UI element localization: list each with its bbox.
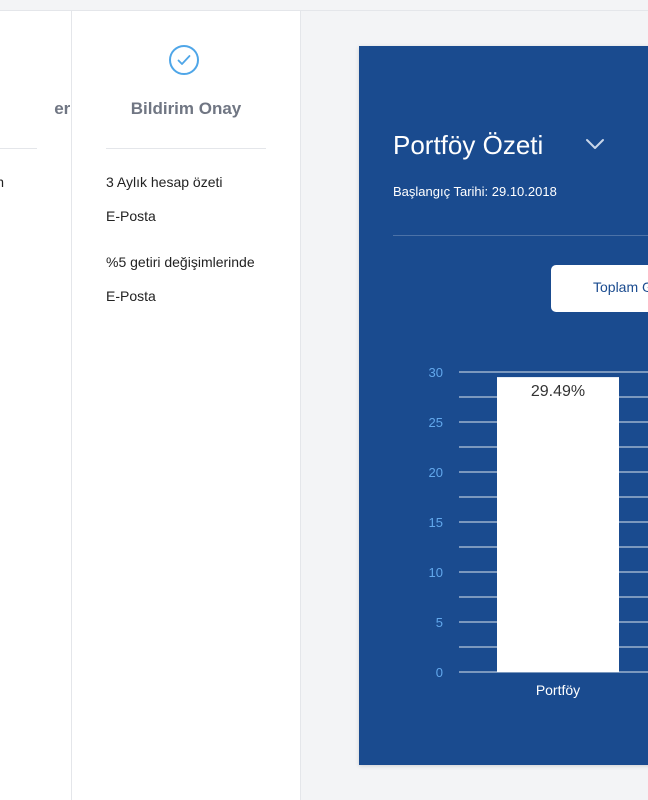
notification-channel: E-Posta [106, 288, 156, 304]
notification-label: %5 getiri değişimlerinde [106, 254, 255, 270]
step-column-notification-approval: Bildirim Onay 3 Aylık hesap özeti E-Post… [72, 11, 301, 800]
step-divider [0, 148, 37, 149]
y-tick-label: 0 [436, 665, 443, 680]
x-category-label: Portföy [536, 682, 580, 698]
check-icon [169, 45, 199, 75]
bar [497, 377, 619, 672]
bar-data-label: 29.49% [531, 383, 585, 400]
y-tick-label: 30 [429, 365, 443, 380]
step-content-previous: n [0, 174, 4, 190]
step-column-previous: eri n [0, 11, 72, 800]
y-tick-label: 15 [429, 515, 443, 530]
portfolio-summary-card: Portföy Özeti Başlangıç Tarihi: 29.10.20… [359, 46, 648, 765]
notification-label: 3 Aylık hesap özeti [106, 174, 223, 190]
page: eri n Bildirim Onay 3 Aylık hesap özeti … [0, 0, 648, 800]
y-tick-label: 20 [429, 465, 443, 480]
portfolio-bar-chart: 0 5 10 15 20 25 30 29.49% Portföy [429, 365, 648, 698]
notification-channel: E-Posta [106, 208, 156, 224]
y-tick-label: 10 [429, 565, 443, 580]
y-tick-label: 25 [429, 415, 443, 430]
y-tick-label: 5 [436, 615, 443, 630]
step-divider [106, 148, 266, 149]
step-title-notification-approval: Bildirim Onay [130, 99, 242, 118]
step-title-previous: eri [54, 99, 71, 118]
